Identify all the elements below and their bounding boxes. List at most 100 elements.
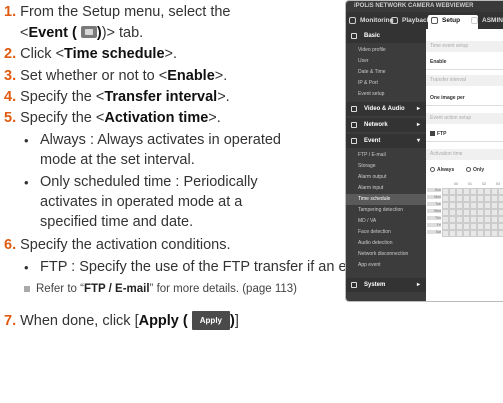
schedule-cell[interactable] — [470, 209, 477, 216]
schedule-cell[interactable] — [484, 223, 491, 230]
schedule-cell[interactable] — [477, 223, 484, 230]
schedule-cell[interactable] — [449, 195, 456, 202]
schedule-cell[interactable] — [463, 216, 470, 223]
transfer-interval-value[interactable]: One image per — [430, 95, 465, 101]
sidebar-section-video-audio[interactable]: Video & Audio ▸ — [346, 102, 426, 116]
sidebar-item-time-schedule[interactable]: Time schedule — [346, 194, 426, 205]
schedule-grid[interactable]: 00 01 02 03 Sun Mon Tue Wed Thu Fri Sat — [427, 182, 503, 241]
schedule-cell[interactable] — [484, 195, 491, 202]
tab-monitoring[interactable]: Monitoring — [346, 15, 394, 26]
ftp-checkbox[interactable] — [430, 131, 435, 137]
only-radio-row[interactable]: Only — [466, 167, 484, 173]
schedule-cell[interactable] — [442, 202, 449, 209]
schedule-cell[interactable] — [484, 188, 491, 195]
ftp-checkbox-row[interactable]: FTP — [430, 131, 446, 137]
schedule-cell[interactable] — [442, 216, 449, 223]
schedule-cell[interactable] — [498, 195, 503, 202]
schedule-cell[interactable] — [456, 209, 463, 216]
schedule-cell[interactable] — [456, 216, 463, 223]
schedule-cell[interactable] — [456, 223, 463, 230]
schedule-cell[interactable] — [477, 209, 484, 216]
sidebar-item-event-setup[interactable]: Event setup — [346, 89, 426, 100]
ftp-email-link[interactable]: FTP / E-mail — [84, 283, 150, 295]
step-number: 3. — [4, 68, 17, 84]
tab-admin[interactable]: ASMIN — [468, 15, 503, 26]
schedule-cell[interactable] — [463, 202, 470, 209]
schedule-cell[interactable] — [498, 230, 503, 237]
schedule-cell[interactable] — [449, 202, 456, 209]
schedule-cell[interactable] — [456, 188, 463, 195]
schedule-cell[interactable] — [484, 202, 491, 209]
sidebar-item-tampering-detection[interactable]: Tampering detection — [346, 205, 426, 216]
sidebar-item-audio-detection[interactable]: Audio detection — [346, 238, 426, 249]
schedule-cell[interactable] — [463, 223, 470, 230]
sidebar-item-storage[interactable]: Storage — [346, 161, 426, 172]
schedule-cell[interactable] — [498, 209, 503, 216]
sidebar-item-app-event[interactable]: App event — [346, 260, 426, 271]
schedule-cell[interactable] — [491, 216, 498, 223]
sidebar-item-user[interactable]: User — [346, 56, 426, 67]
schedule-cell[interactable] — [477, 188, 484, 195]
schedule-cell[interactable] — [498, 188, 503, 195]
sidebar-item-video-profile[interactable]: Video profile — [346, 45, 426, 56]
schedule-cell[interactable] — [477, 230, 484, 237]
schedule-cell[interactable] — [470, 223, 477, 230]
schedule-cell[interactable] — [456, 195, 463, 202]
sidebar-item-face-detection[interactable]: Face detection — [346, 227, 426, 238]
sidebar-item-md-va[interactable]: MD / VA — [346, 216, 426, 227]
sidebar-section-event[interactable]: Event ▾ — [346, 134, 426, 148]
schedule-cell[interactable] — [491, 223, 498, 230]
only-radio[interactable] — [466, 167, 471, 173]
tab-playback[interactable]: Playback — [388, 15, 430, 26]
schedule-cell[interactable] — [477, 216, 484, 223]
schedule-cell[interactable] — [491, 188, 498, 195]
schedule-cell[interactable] — [456, 202, 463, 209]
schedule-cell[interactable] — [498, 216, 503, 223]
schedule-cell[interactable] — [470, 230, 477, 237]
schedule-cell[interactable] — [477, 195, 484, 202]
sidebar-item-ftp-email[interactable]: FTP / E-mail — [346, 150, 426, 161]
schedule-cell[interactable] — [470, 202, 477, 209]
schedule-cell[interactable] — [484, 230, 491, 237]
schedule-cell[interactable] — [463, 188, 470, 195]
schedule-cell[interactable] — [449, 223, 456, 230]
schedule-cell[interactable] — [449, 209, 456, 216]
sidebar-item-network-disconnection[interactable]: Network disconnection — [346, 249, 426, 260]
schedule-cell[interactable] — [491, 202, 498, 209]
schedule-cell[interactable] — [456, 230, 463, 237]
schedule-cell[interactable] — [491, 230, 498, 237]
always-radio-row[interactable]: Always — [430, 167, 454, 173]
schedule-cell[interactable] — [470, 195, 477, 202]
schedule-cell[interactable] — [463, 195, 470, 202]
schedule-cell[interactable] — [463, 209, 470, 216]
schedule-cell[interactable] — [449, 188, 456, 195]
schedule-cell[interactable] — [498, 223, 503, 230]
schedule-cell[interactable] — [442, 223, 449, 230]
sidebar-section-system[interactable]: System ▸ — [346, 278, 426, 292]
schedule-cell[interactable] — [477, 202, 484, 209]
schedule-cell[interactable] — [491, 195, 498, 202]
ftp-label: FTP — [437, 131, 447, 137]
schedule-cell[interactable] — [442, 188, 449, 195]
schedule-cell[interactable] — [498, 202, 503, 209]
schedule-cell[interactable] — [449, 216, 456, 223]
sidebar-item-ip-port[interactable]: IP & Port — [346, 78, 426, 89]
basic-icon — [351, 33, 357, 39]
schedule-cell[interactable] — [491, 209, 498, 216]
sidebar-section-basic[interactable]: Basic — [346, 29, 426, 43]
schedule-cell[interactable] — [442, 209, 449, 216]
schedule-cell[interactable] — [470, 216, 477, 223]
schedule-cell[interactable] — [463, 230, 470, 237]
schedule-cell[interactable] — [484, 209, 491, 216]
sidebar-section-network[interactable]: Network ▸ — [346, 118, 426, 132]
schedule-cell[interactable] — [470, 188, 477, 195]
schedule-cell[interactable] — [484, 216, 491, 223]
schedule-cell[interactable] — [442, 230, 449, 237]
sidebar-item-alarm-output[interactable]: Alarm output — [346, 172, 426, 183]
sidebar-item-date-time[interactable]: Date & Time — [346, 67, 426, 78]
always-radio[interactable] — [430, 167, 435, 173]
schedule-cell[interactable] — [449, 230, 456, 237]
apply-button[interactable]: Apply — [191, 311, 230, 330]
schedule-cell[interactable] — [442, 195, 449, 202]
sidebar-item-alarm-input[interactable]: Alarm input — [346, 183, 426, 194]
